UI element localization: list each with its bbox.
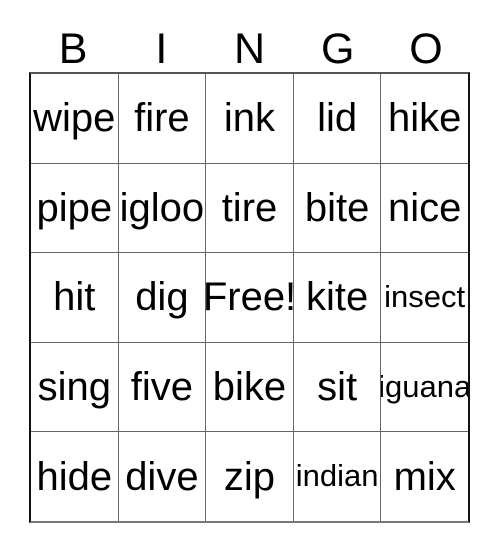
bingo-cell[interactable]: five bbox=[117, 342, 206, 432]
bingo-grid: wipe fire ink lid hike pipe igloo tire b… bbox=[29, 72, 470, 523]
bingo-card: B I N G O wipe fire ink lid hike pipe ig… bbox=[29, 16, 470, 523]
bingo-cell[interactable]: hide bbox=[31, 432, 118, 521]
bingo-cell-label: bike bbox=[212, 365, 287, 410]
bingo-cell[interactable]: bite bbox=[292, 163, 381, 253]
bingo-cell[interactable]: mix bbox=[380, 432, 468, 521]
bingo-header-row: B I N G O bbox=[29, 16, 470, 72]
bingo-cell[interactable]: insect bbox=[380, 253, 468, 342]
bingo-cell[interactable]: indian bbox=[292, 432, 381, 521]
bingo-cell[interactable]: nice bbox=[380, 163, 468, 253]
bingo-cell-label: sing bbox=[37, 365, 111, 410]
bingo-cell-label: kite bbox=[305, 275, 369, 320]
bingo-header-letter-o: O bbox=[409, 25, 443, 73]
bingo-free-label: Free! bbox=[205, 275, 293, 320]
bingo-cell-label: bite bbox=[304, 185, 370, 230]
bingo-row: wipe fire ink lid hike bbox=[31, 74, 468, 163]
bingo-header-letter-n: N bbox=[233, 25, 266, 73]
bingo-cell-label: dive bbox=[125, 454, 199, 499]
bingo-cell-label: iguana bbox=[380, 368, 468, 404]
bingo-cell[interactable]: dig bbox=[117, 253, 206, 342]
bingo-cell-label: tire bbox=[221, 185, 278, 230]
bingo-row: hit dig Free! kite insect bbox=[31, 252, 468, 342]
bingo-cell[interactable]: igloo bbox=[117, 163, 206, 253]
bingo-cell-label: indian bbox=[295, 458, 379, 494]
bingo-cell[interactable]: ink bbox=[205, 74, 293, 163]
bingo-cell[interactable]: wipe bbox=[31, 74, 118, 163]
bingo-cell-label: igloo bbox=[119, 185, 205, 230]
bingo-header-letter-g: G bbox=[320, 25, 355, 73]
bingo-cell[interactable]: sing bbox=[31, 342, 118, 432]
bingo-cell[interactable]: lid bbox=[292, 74, 381, 163]
bingo-cell-label: ink bbox=[223, 96, 276, 141]
bingo-cell-label: fire bbox=[134, 96, 190, 141]
bingo-cell-free[interactable]: Free! bbox=[205, 253, 293, 342]
bingo-cell[interactable]: sit bbox=[292, 342, 381, 432]
bingo-cell-label: mix bbox=[393, 454, 456, 499]
bingo-cell-label: five bbox=[130, 365, 194, 410]
bingo-cell-label: hike bbox=[387, 96, 462, 141]
bingo-row: pipe igloo tire bite nice bbox=[31, 162, 468, 253]
bingo-cell[interactable]: bike bbox=[205, 342, 293, 432]
bingo-cell-label: nice bbox=[387, 185, 462, 230]
bingo-row: sing five bike sit iguana bbox=[31, 341, 468, 432]
bingo-header-letter-i: I bbox=[155, 25, 168, 73]
bingo-cell[interactable]: hike bbox=[380, 74, 468, 163]
bingo-cell[interactable]: iguana bbox=[380, 342, 468, 432]
bingo-cell-label: pipe bbox=[36, 185, 113, 230]
bingo-cell-label: hide bbox=[36, 454, 113, 499]
bingo-cell-label: insect bbox=[384, 279, 466, 315]
bingo-cell[interactable]: kite bbox=[292, 253, 381, 342]
bingo-cell[interactable]: hit bbox=[31, 253, 118, 342]
bingo-cell[interactable]: pipe bbox=[31, 163, 118, 253]
bingo-cell-label: zip bbox=[223, 454, 276, 499]
bingo-cell[interactable]: dive bbox=[117, 432, 206, 521]
bingo-row: hide dive zip indian mix bbox=[31, 431, 468, 521]
bingo-cell-label: sit bbox=[317, 365, 358, 410]
bingo-cell-label: dig bbox=[135, 275, 189, 320]
bingo-cell-label: lid bbox=[317, 96, 358, 141]
bingo-cell[interactable]: tire bbox=[205, 163, 293, 253]
bingo-cell[interactable]: fire bbox=[117, 74, 206, 163]
bingo-cell-label: hit bbox=[53, 275, 96, 320]
bingo-cell[interactable]: zip bbox=[205, 432, 293, 521]
bingo-header-letter-b: B bbox=[58, 25, 88, 73]
bingo-cell-label: wipe bbox=[33, 96, 116, 141]
